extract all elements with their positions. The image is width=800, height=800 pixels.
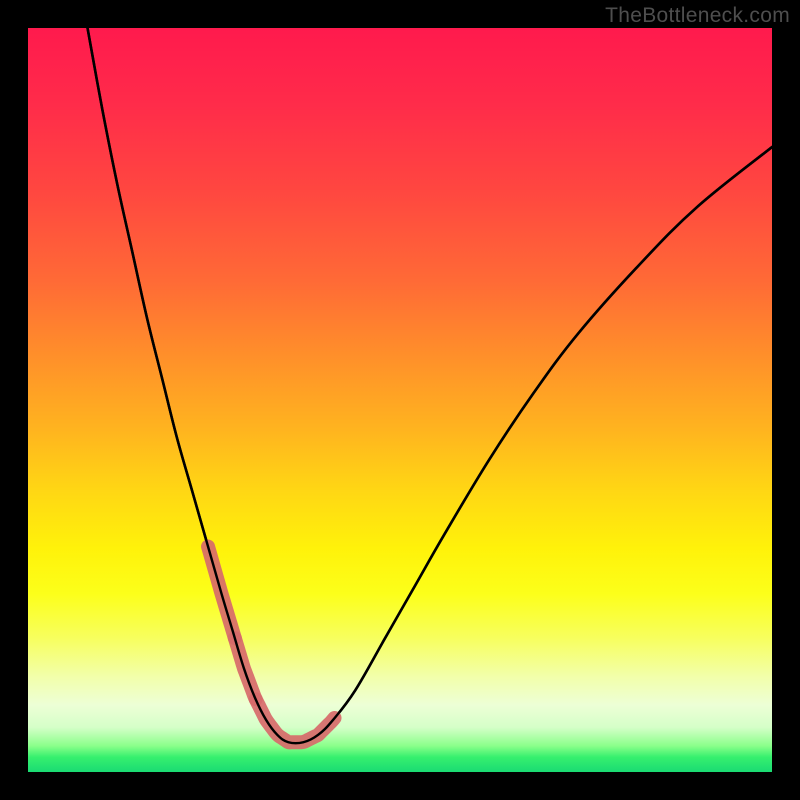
curve-path: [88, 28, 772, 743]
plot-area: [28, 28, 772, 772]
curve-path-overlay: [88, 28, 772, 743]
watermark-text: TheBottleneck.com: [605, 4, 790, 28]
bottleneck-curve: [28, 28, 772, 772]
chart-frame: TheBottleneck.com: [0, 0, 800, 800]
